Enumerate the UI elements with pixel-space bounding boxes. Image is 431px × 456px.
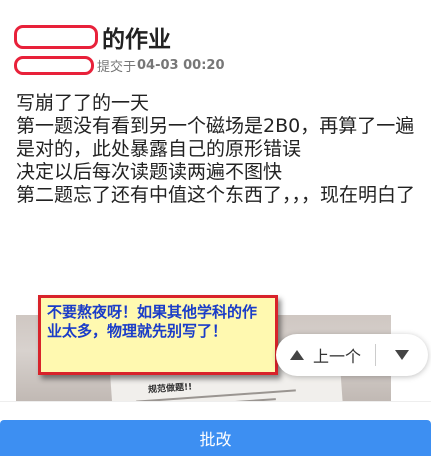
content-line: 决定以后每次读题读两遍不图快 [16, 161, 283, 183]
submitted-time: 04-03 00:20 [137, 58, 225, 73]
submitted-label: 提交于 [97, 60, 137, 75]
grade-button[interactable]: 批改 [0, 420, 431, 456]
submission-info: 提交于 04-03 00:20 [14, 56, 225, 75]
title-text: 的作业 [102, 27, 171, 53]
page-header: 的作业 提交于 04-03 00:20 [0, 0, 431, 90]
triangle-down-icon [395, 350, 409, 360]
previous-button[interactable]: 上一个 [276, 334, 361, 376]
bottom-bar: 批改 [0, 401, 431, 456]
navigation-pill: 上一个 [276, 334, 428, 376]
content-line: 写崩了了的一天 [16, 92, 150, 114]
next-button[interactable] [376, 334, 428, 376]
content-line: 第一题没有看到另一个磁场是2B0，再算了一遍是对的，此处暴露自己的原形错误 [16, 115, 415, 160]
triangle-up-icon [290, 350, 304, 360]
previous-label: 上一个 [313, 347, 362, 366]
page-title: 的作业 [14, 20, 171, 54]
redacted-student-name [14, 25, 98, 49]
homework-text: 写崩了了的一天 第一题没有看到另一个磁场是2B0，再算了一遍是对的，此处暴露自己… [16, 92, 420, 207]
teacher-comment: 不要熬夜呀！如果其他学科的作业太多，物理就先别写了！ [38, 295, 278, 375]
content-line: 第二题忘了还有中值这个东西了，，，现在明白了 [16, 184, 416, 206]
redacted-info [14, 56, 94, 75]
